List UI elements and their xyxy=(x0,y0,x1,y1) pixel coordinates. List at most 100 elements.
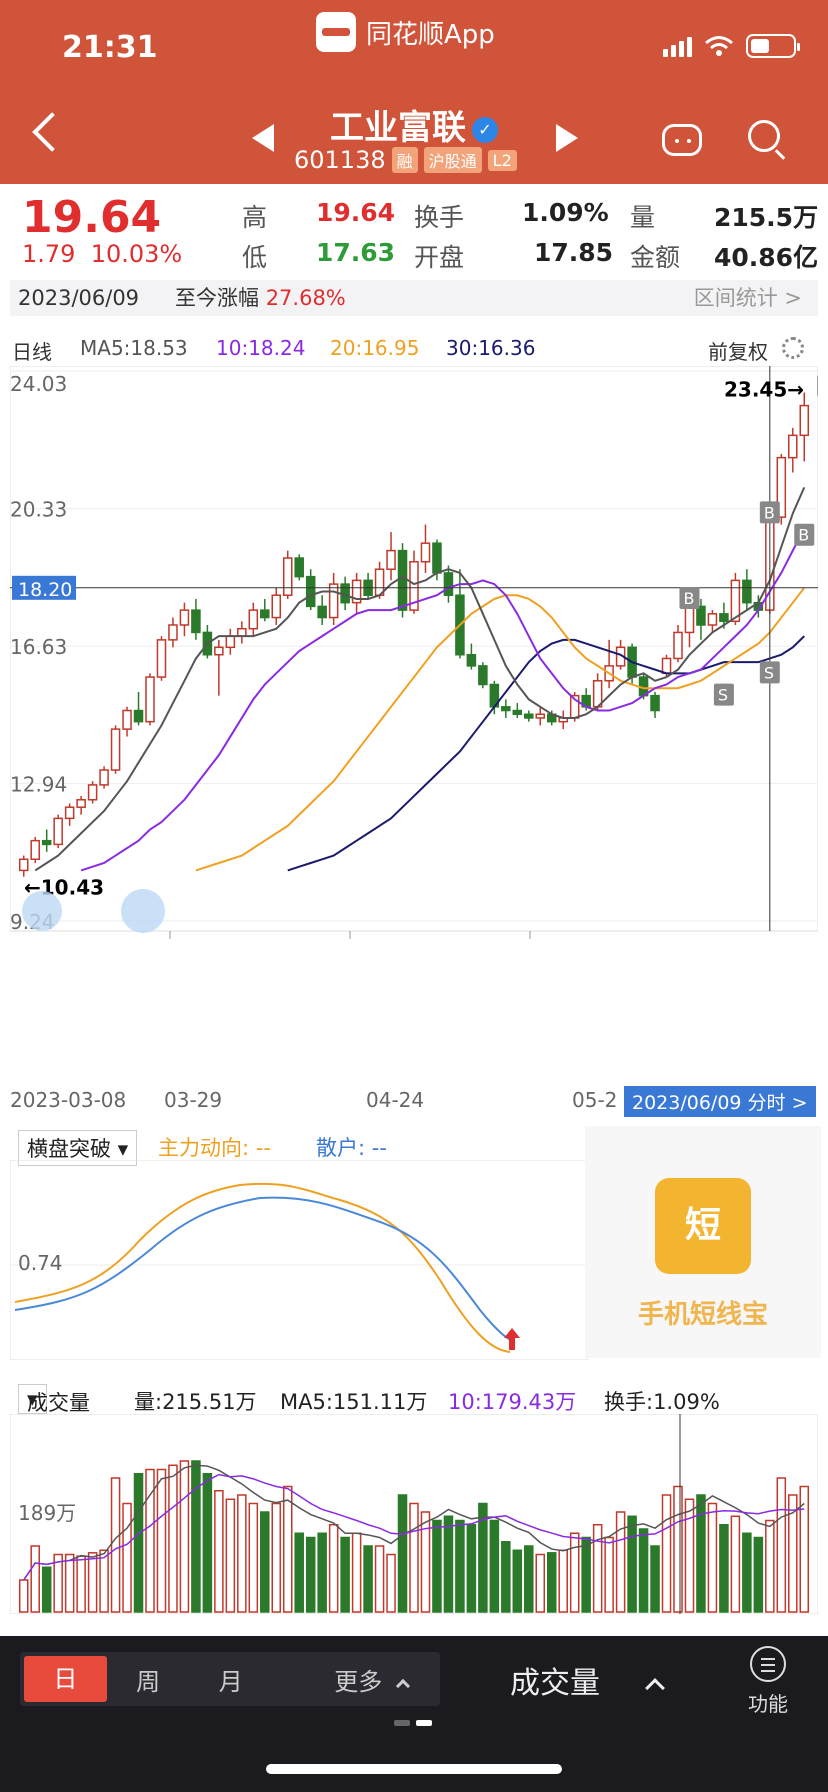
gear-icon[interactable] xyxy=(782,337,804,359)
candle xyxy=(145,676,155,723)
volume-indicator-name: 成交量 xyxy=(27,1391,90,1415)
promo-logo-icon: 短 xyxy=(655,1178,751,1274)
home-indicator xyxy=(266,1764,562,1774)
search-icon[interactable] xyxy=(748,120,780,152)
volume-bar xyxy=(592,1524,603,1613)
app-pill[interactable]: 同花顺App xyxy=(316,12,495,52)
tab-week[interactable]: 周 xyxy=(107,1662,190,1697)
kline-chart[interactable]: 24.0320.3316.6312.949.2418.2023.45→←10.4… xyxy=(10,366,818,1076)
volume-bar xyxy=(615,1511,626,1613)
stock-title: 工业富联 ✓ xyxy=(0,100,828,149)
candle xyxy=(271,594,282,619)
volume-bar xyxy=(179,1460,190,1613)
tab-day[interactable]: 日 xyxy=(24,1656,107,1702)
chevron-up-icon xyxy=(645,1677,665,1698)
period-label: 日线 xyxy=(12,340,52,364)
volume-bar xyxy=(661,1494,672,1613)
main-force-line xyxy=(14,1182,511,1353)
volume-bar xyxy=(581,1536,591,1613)
chevron-up-icon xyxy=(395,1678,410,1693)
promo-text: 手机短线宝 xyxy=(637,1300,768,1330)
bottom-bar: 日 周 月 更多 成交量 功能 xyxy=(0,1636,828,1792)
date-bar-gain: 至今涨幅 27.68% xyxy=(175,280,346,316)
turnover-label: 换手 xyxy=(414,203,465,232)
volume-bar xyxy=(604,1536,614,1613)
indicator-select[interactable]: 成交量 xyxy=(510,1658,665,1702)
volume-bar xyxy=(64,1553,75,1613)
crosshair-price-label: 18.20 xyxy=(18,579,72,601)
zoom-out-icon xyxy=(22,891,62,931)
volume-bar xyxy=(650,1545,660,1613)
volume-bar xyxy=(569,1532,580,1613)
function-button[interactable]: 功能 xyxy=(738,1646,798,1717)
candle xyxy=(420,542,431,563)
y-tick-label: 20.33 xyxy=(10,498,67,522)
wifi-icon xyxy=(705,36,733,56)
candle xyxy=(512,709,523,715)
volume-bar xyxy=(638,1528,649,1613)
tab-more[interactable]: 更多 xyxy=(302,1662,440,1697)
promo-card[interactable]: 短 手机短线宝 xyxy=(585,1126,821,1358)
current-price: 19.64 xyxy=(22,192,162,243)
indicator-name: 横盘突破 xyxy=(27,1137,111,1161)
low-value: 17.63 xyxy=(316,238,396,267)
volume-bar xyxy=(512,1549,523,1613)
volume-bar xyxy=(202,1473,213,1613)
change-pct: 10.03% xyxy=(90,240,183,268)
next-stock-icon[interactable] xyxy=(556,124,578,152)
volume-bar xyxy=(156,1468,167,1613)
candle xyxy=(99,769,109,786)
candle xyxy=(707,613,718,626)
volume-bar xyxy=(351,1532,362,1613)
volume-bar xyxy=(168,1464,178,1613)
interval-stats-button[interactable]: 区间统计 > xyxy=(694,280,802,316)
candle xyxy=(64,806,75,820)
amount-label: 金额 xyxy=(630,243,681,272)
volume-chart[interactable]: 189万 xyxy=(10,1414,818,1614)
adjust-mode-button[interactable]: 前复权 xyxy=(708,336,768,365)
volume-bar xyxy=(237,1494,247,1613)
stock-name: 工业富联 xyxy=(330,108,466,148)
tab-month[interactable]: 月 xyxy=(189,1662,272,1697)
candle xyxy=(168,624,178,641)
app-logo-icon xyxy=(316,12,356,52)
robot-icon[interactable] xyxy=(662,124,702,156)
app-name: 同花顺App xyxy=(366,19,495,50)
volume-bar xyxy=(409,1502,419,1613)
high-label: 高 xyxy=(242,203,268,232)
volume-bar xyxy=(18,1579,29,1613)
candle xyxy=(225,635,236,649)
candle xyxy=(191,609,201,634)
volume-bar xyxy=(707,1502,718,1613)
tag-connect: 沪股通 xyxy=(423,147,482,173)
expand-icon xyxy=(121,889,165,933)
volume-bar xyxy=(76,1555,86,1613)
x-tick-3: 05-2 xyxy=(572,1088,618,1112)
volume-bar xyxy=(432,1519,442,1613)
candle xyxy=(788,434,798,459)
ma10-value: 10:18.24 xyxy=(216,336,306,360)
volume-turnover: 换手:1.09% xyxy=(604,1390,720,1414)
indicator-chart[interactable]: 0.74 xyxy=(10,1160,588,1360)
volume-bar xyxy=(742,1532,752,1613)
low-label: 低 xyxy=(242,243,268,272)
price-change: 1.79 10.03% xyxy=(22,240,182,268)
volume-bar xyxy=(386,1553,396,1613)
candle xyxy=(110,728,121,771)
volume-dropdown[interactable]: 成交量 ▾ xyxy=(18,1384,90,1415)
retail-label: 散户: -- xyxy=(316,1136,387,1160)
tab-more-label: 更多 xyxy=(334,1667,383,1696)
candle xyxy=(156,639,167,678)
sell-marker xyxy=(817,375,818,397)
volume-bar xyxy=(294,1532,304,1613)
gain-value: 27.68% xyxy=(265,286,346,310)
volume-bar xyxy=(753,1536,764,1613)
date-bar-date: 2023/06/09 xyxy=(18,286,140,310)
crosshair-date-badge[interactable]: 2023/06/09 分时 > xyxy=(624,1086,816,1117)
indicator-frame xyxy=(10,1160,588,1360)
volume-bar xyxy=(110,1477,121,1613)
y-tick-label: 16.63 xyxy=(10,635,67,659)
candle xyxy=(696,605,706,626)
stock-code: 601138 xyxy=(294,146,386,174)
candle xyxy=(719,613,729,623)
